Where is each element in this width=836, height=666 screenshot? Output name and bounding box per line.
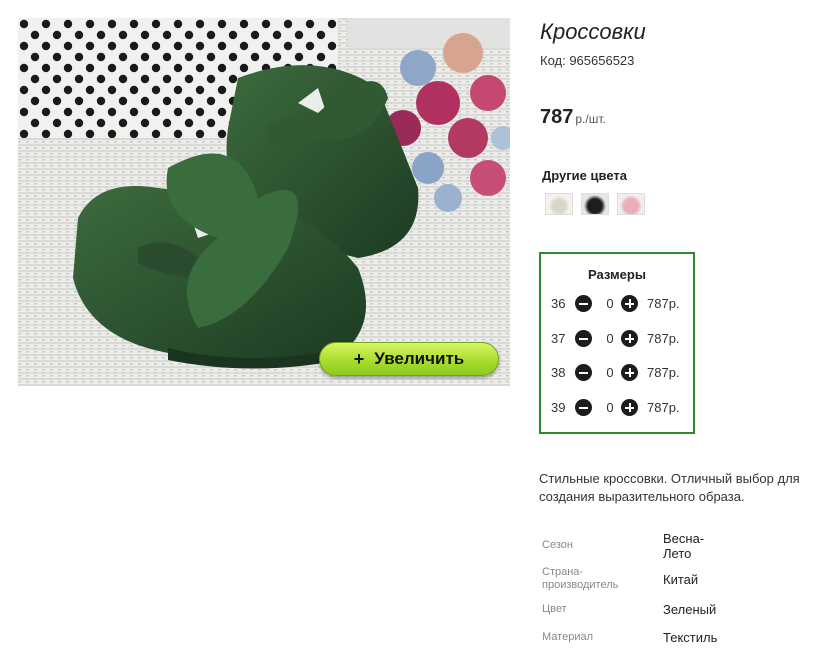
price-value: 787 (540, 106, 574, 128)
size-row: 36 0 787р. (551, 294, 691, 314)
other-colors-title: Другие цвета (542, 168, 627, 183)
plus-icon: + (353, 348, 365, 369)
minus-icon[interactable] (575, 399, 592, 416)
product-image (18, 18, 510, 386)
size-row: 37 0 787р. (551, 329, 691, 349)
color-swatch-pink[interactable] (617, 193, 645, 215)
size-quantity: 0 (606, 331, 614, 346)
color-swatch-black[interactable] (581, 193, 609, 215)
size-label: 37 (551, 331, 566, 346)
size-price: 787р. (647, 365, 680, 380)
minus-icon[interactable] (575, 295, 592, 312)
size-label: 38 (551, 365, 566, 380)
size-price: 787р. (647, 400, 680, 415)
size-price: 787р. (647, 296, 680, 311)
sizes-title: Размеры (588, 267, 646, 282)
product-description: Стильные кроссовки. Отличный выбор для с… (539, 471, 800, 504)
size-quantity: 0 (606, 365, 614, 380)
size-quantity: 0 (606, 400, 614, 415)
size-quantity: 0 (606, 296, 614, 311)
plus-icon[interactable] (621, 295, 638, 312)
plus-icon[interactable] (621, 330, 638, 347)
plus-icon[interactable] (621, 399, 638, 416)
price-unit: р./шт. (575, 112, 606, 126)
size-row: 38 0 787р. (551, 363, 691, 383)
plus-icon[interactable] (621, 364, 638, 381)
attr-key-material: Материал (542, 631, 593, 643)
attr-value-color: Зеленый (663, 602, 717, 617)
color-swatch-white[interactable] (545, 193, 573, 215)
attr-value-material: Текстиль (663, 630, 718, 645)
sizes-panel: Размеры 36 0 787р. 37 0 787р. 38 0 787р.… (539, 252, 695, 434)
attr-value-country: Китай (663, 572, 699, 587)
attr-key-season: Сезон (542, 539, 573, 551)
minus-icon[interactable] (575, 364, 592, 381)
attr-key-color: Цвет (542, 603, 567, 615)
size-row: 39 0 787р. (551, 398, 691, 418)
attr-value-season: Весна- Лето (663, 531, 705, 561)
product-title: Кроссовки (540, 19, 646, 44)
size-price: 787р. (647, 331, 680, 346)
product-code: Код: 965656523 (540, 53, 635, 68)
size-label: 36 (551, 296, 566, 311)
attr-key-country: Страна- производитель (542, 566, 619, 591)
size-label: 39 (551, 400, 566, 415)
zoom-button-label: Увеличить (374, 349, 465, 368)
product-price: 787 р./шт. (540, 106, 606, 129)
zoom-button[interactable]: + Увеличить (319, 342, 499, 376)
product-photo[interactable]: + Увеличить (18, 18, 510, 386)
minus-icon[interactable] (575, 330, 592, 347)
